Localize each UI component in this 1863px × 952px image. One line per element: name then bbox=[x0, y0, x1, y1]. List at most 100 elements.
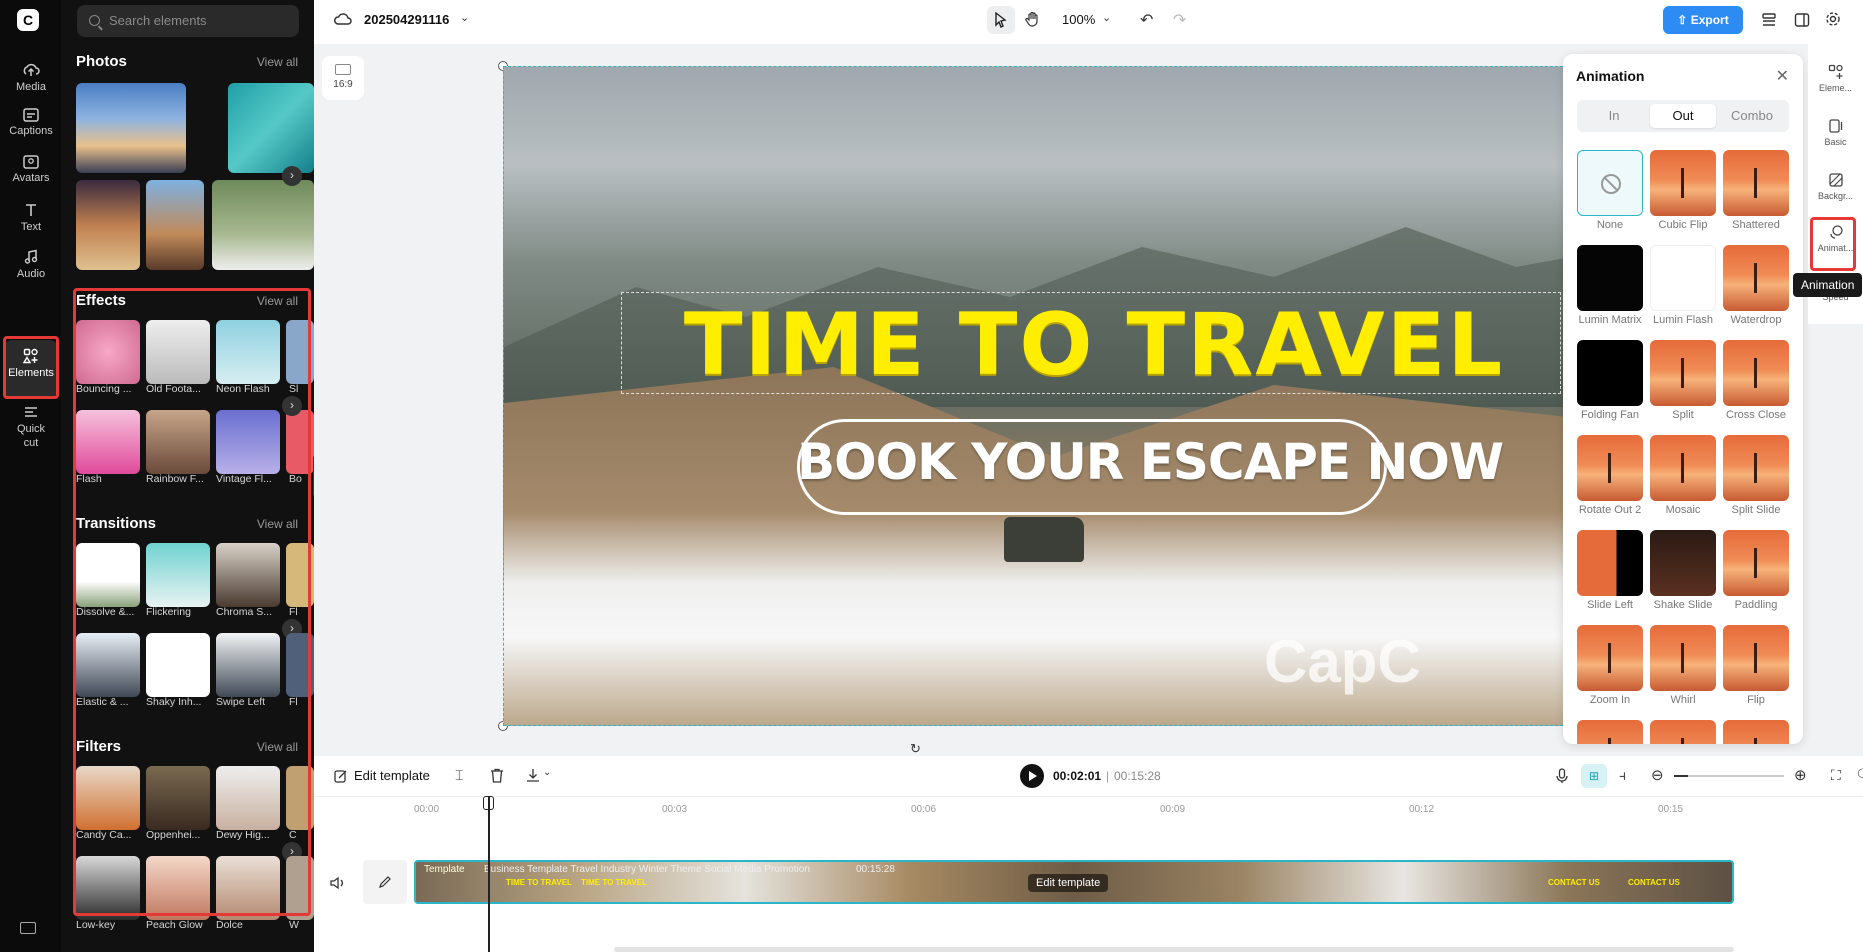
filter-thumbnail[interactable] bbox=[286, 766, 314, 830]
trash-icon[interactable] bbox=[490, 768, 504, 783]
timeline-horizontal-scrollbar[interactable] bbox=[614, 947, 1734, 952]
photos-scroll-right-button[interactable]: › bbox=[282, 166, 302, 186]
split-clip-icon[interactable]: ⫞ bbox=[1619, 767, 1626, 784]
transition-thumbnail[interactable] bbox=[146, 543, 210, 607]
effect-thumbnail[interactable] bbox=[286, 410, 314, 474]
rsb-item-animation[interactable]: Animat... bbox=[1808, 224, 1863, 253]
photo-street-thumbnail[interactable] bbox=[146, 180, 204, 270]
aspect-ratio-button[interactable]: 16:9 bbox=[322, 56, 364, 100]
animation-option-thumbnail[interactable] bbox=[1577, 720, 1643, 744]
project-name[interactable]: 202504291116 bbox=[364, 12, 449, 27]
download-icon[interactable] bbox=[526, 768, 540, 783]
animation-option-thumbnail[interactable] bbox=[1650, 150, 1716, 216]
app-logo[interactable]: C bbox=[17, 9, 39, 31]
animation-option-thumbnail[interactable] bbox=[1650, 625, 1716, 691]
animation-option-thumbnail[interactable] bbox=[1577, 625, 1643, 691]
filter-thumbnail[interactable] bbox=[216, 766, 280, 830]
animation-option-thumbnail[interactable] bbox=[1723, 530, 1789, 596]
animation-option-thumbnail[interactable] bbox=[1723, 340, 1789, 406]
rail-item-avatars[interactable]: Avatars bbox=[4, 155, 58, 184]
filter-thumbnail[interactable] bbox=[146, 766, 210, 830]
animation-option-thumbnail[interactable] bbox=[1723, 435, 1789, 501]
play-button[interactable] bbox=[1020, 764, 1044, 788]
transition-thumbnail[interactable] bbox=[216, 633, 280, 697]
filter-thumbnail[interactable] bbox=[146, 856, 210, 920]
rail-item-quick-cut[interactable]: Quick cut bbox=[4, 405, 58, 450]
animation-option-thumbnail[interactable] bbox=[1650, 435, 1716, 501]
effect-thumbnail[interactable] bbox=[76, 320, 140, 384]
transition-thumbnail[interactable] bbox=[76, 633, 140, 697]
track-edit-template-button[interactable]: Edit template bbox=[1028, 874, 1109, 892]
transition-thumbnail[interactable] bbox=[76, 543, 140, 607]
close-icon[interactable]: ✕ bbox=[1776, 66, 1789, 86]
search-input[interactable]: Search elements bbox=[77, 5, 299, 37]
animation-option-thumbnail[interactable] bbox=[1577, 435, 1643, 501]
transition-thumbnail[interactable] bbox=[216, 543, 280, 607]
photo-dog-thumbnail[interactable] bbox=[212, 180, 314, 270]
view-all-effects-link[interactable]: View all bbox=[257, 294, 298, 308]
animation-option-thumbnail[interactable] bbox=[1577, 150, 1643, 216]
hand-tool-icon[interactable] bbox=[1025, 11, 1041, 27]
animation-option-thumbnail[interactable] bbox=[1577, 340, 1643, 406]
rsb-item-background[interactable]: Backgr... bbox=[1808, 172, 1863, 201]
effect-thumbnail[interactable] bbox=[146, 410, 210, 474]
view-all-filters-link[interactable]: View all bbox=[257, 740, 298, 754]
pointer-tool-button[interactable] bbox=[987, 6, 1015, 34]
rsb-item-elements[interactable]: Eleme... bbox=[1808, 64, 1863, 93]
chevron-down-icon[interactable]: ⌄ bbox=[460, 11, 469, 24]
animation-option-thumbnail[interactable] bbox=[1577, 530, 1643, 596]
chat-feedback-icon[interactable]: 🗨 bbox=[1855, 766, 1863, 783]
rail-item-text[interactable]: Text bbox=[4, 202, 58, 233]
playhead-line[interactable] bbox=[488, 796, 490, 952]
animation-option-thumbnail[interactable] bbox=[1650, 530, 1716, 596]
zoom-level[interactable]: 100% bbox=[1062, 12, 1095, 27]
track-cover-button[interactable] bbox=[363, 860, 407, 904]
rail-item-media[interactable]: Media bbox=[4, 62, 58, 93]
photo-sea-thumbnail[interactable] bbox=[228, 83, 314, 173]
tab-combo[interactable]: Combo bbox=[1719, 104, 1785, 128]
layout-panel-icon[interactable] bbox=[1794, 12, 1810, 28]
layers-icon[interactable] bbox=[1761, 12, 1777, 28]
edit-template-button[interactable]: Edit template bbox=[354, 768, 430, 783]
animation-option-thumbnail[interactable] bbox=[1650, 340, 1716, 406]
keyboard-icon[interactable] bbox=[20, 922, 36, 934]
animation-option-thumbnail[interactable] bbox=[1723, 150, 1789, 216]
video-preview[interactable]: TIME TO TRAVEL BOOK YOUR ESCAPE NOW CapC bbox=[503, 66, 1603, 726]
photo-sandwich-thumbnail[interactable] bbox=[76, 180, 140, 270]
transition-thumbnail[interactable] bbox=[286, 633, 314, 697]
effect-thumbnail[interactable] bbox=[286, 320, 314, 384]
export-button[interactable]: ⇧ Export bbox=[1663, 6, 1743, 34]
zoom-in-icon[interactable]: ⊕ bbox=[1794, 766, 1807, 784]
animation-option-thumbnail[interactable] bbox=[1723, 625, 1789, 691]
headline-text[interactable]: TIME TO TRAVEL bbox=[624, 295, 1564, 395]
settings-gear-icon[interactable] bbox=[1825, 11, 1841, 27]
transition-thumbnail[interactable] bbox=[146, 633, 210, 697]
effect-thumbnail[interactable] bbox=[216, 320, 280, 384]
rail-item-elements[interactable]: Elements bbox=[4, 340, 58, 398]
filter-thumbnail[interactable] bbox=[286, 856, 314, 920]
animation-option-thumbnail[interactable] bbox=[1650, 245, 1716, 311]
rsb-item-basic[interactable]: Basic bbox=[1808, 118, 1863, 147]
redo-icon[interactable]: ↷ bbox=[1173, 10, 1186, 30]
rail-item-captions[interactable]: Captions bbox=[4, 108, 58, 137]
zoom-out-icon[interactable]: ⊖ bbox=[1651, 766, 1664, 784]
zoom-slider[interactable] bbox=[1674, 775, 1784, 777]
chevron-down-icon[interactable]: ⌄ bbox=[543, 767, 551, 778]
animation-option-thumbnail[interactable] bbox=[1577, 245, 1643, 311]
animation-option-thumbnail[interactable] bbox=[1650, 720, 1716, 744]
view-all-photos-link[interactable]: View all bbox=[257, 55, 298, 69]
cloud-sync-icon[interactable] bbox=[334, 12, 352, 26]
undo-icon[interactable]: ↶ bbox=[1140, 10, 1153, 30]
fullscreen-icon[interactable]: ⛶ bbox=[1831, 767, 1841, 784]
filter-thumbnail[interactable] bbox=[76, 766, 140, 830]
effect-thumbnail[interactable] bbox=[216, 410, 280, 474]
filter-thumbnail[interactable] bbox=[216, 856, 280, 920]
transition-thumbnail[interactable] bbox=[286, 543, 314, 607]
tab-out[interactable]: Out bbox=[1650, 104, 1716, 128]
tab-in[interactable]: In bbox=[1581, 104, 1647, 128]
effects-scroll-right-button[interactable]: › bbox=[282, 396, 302, 416]
effect-thumbnail[interactable] bbox=[76, 410, 140, 474]
volume-icon[interactable] bbox=[330, 876, 346, 890]
animation-option-thumbnail[interactable] bbox=[1723, 245, 1789, 311]
cta-text[interactable]: BOOK YOUR ESCAPE NOW bbox=[797, 433, 1504, 491]
